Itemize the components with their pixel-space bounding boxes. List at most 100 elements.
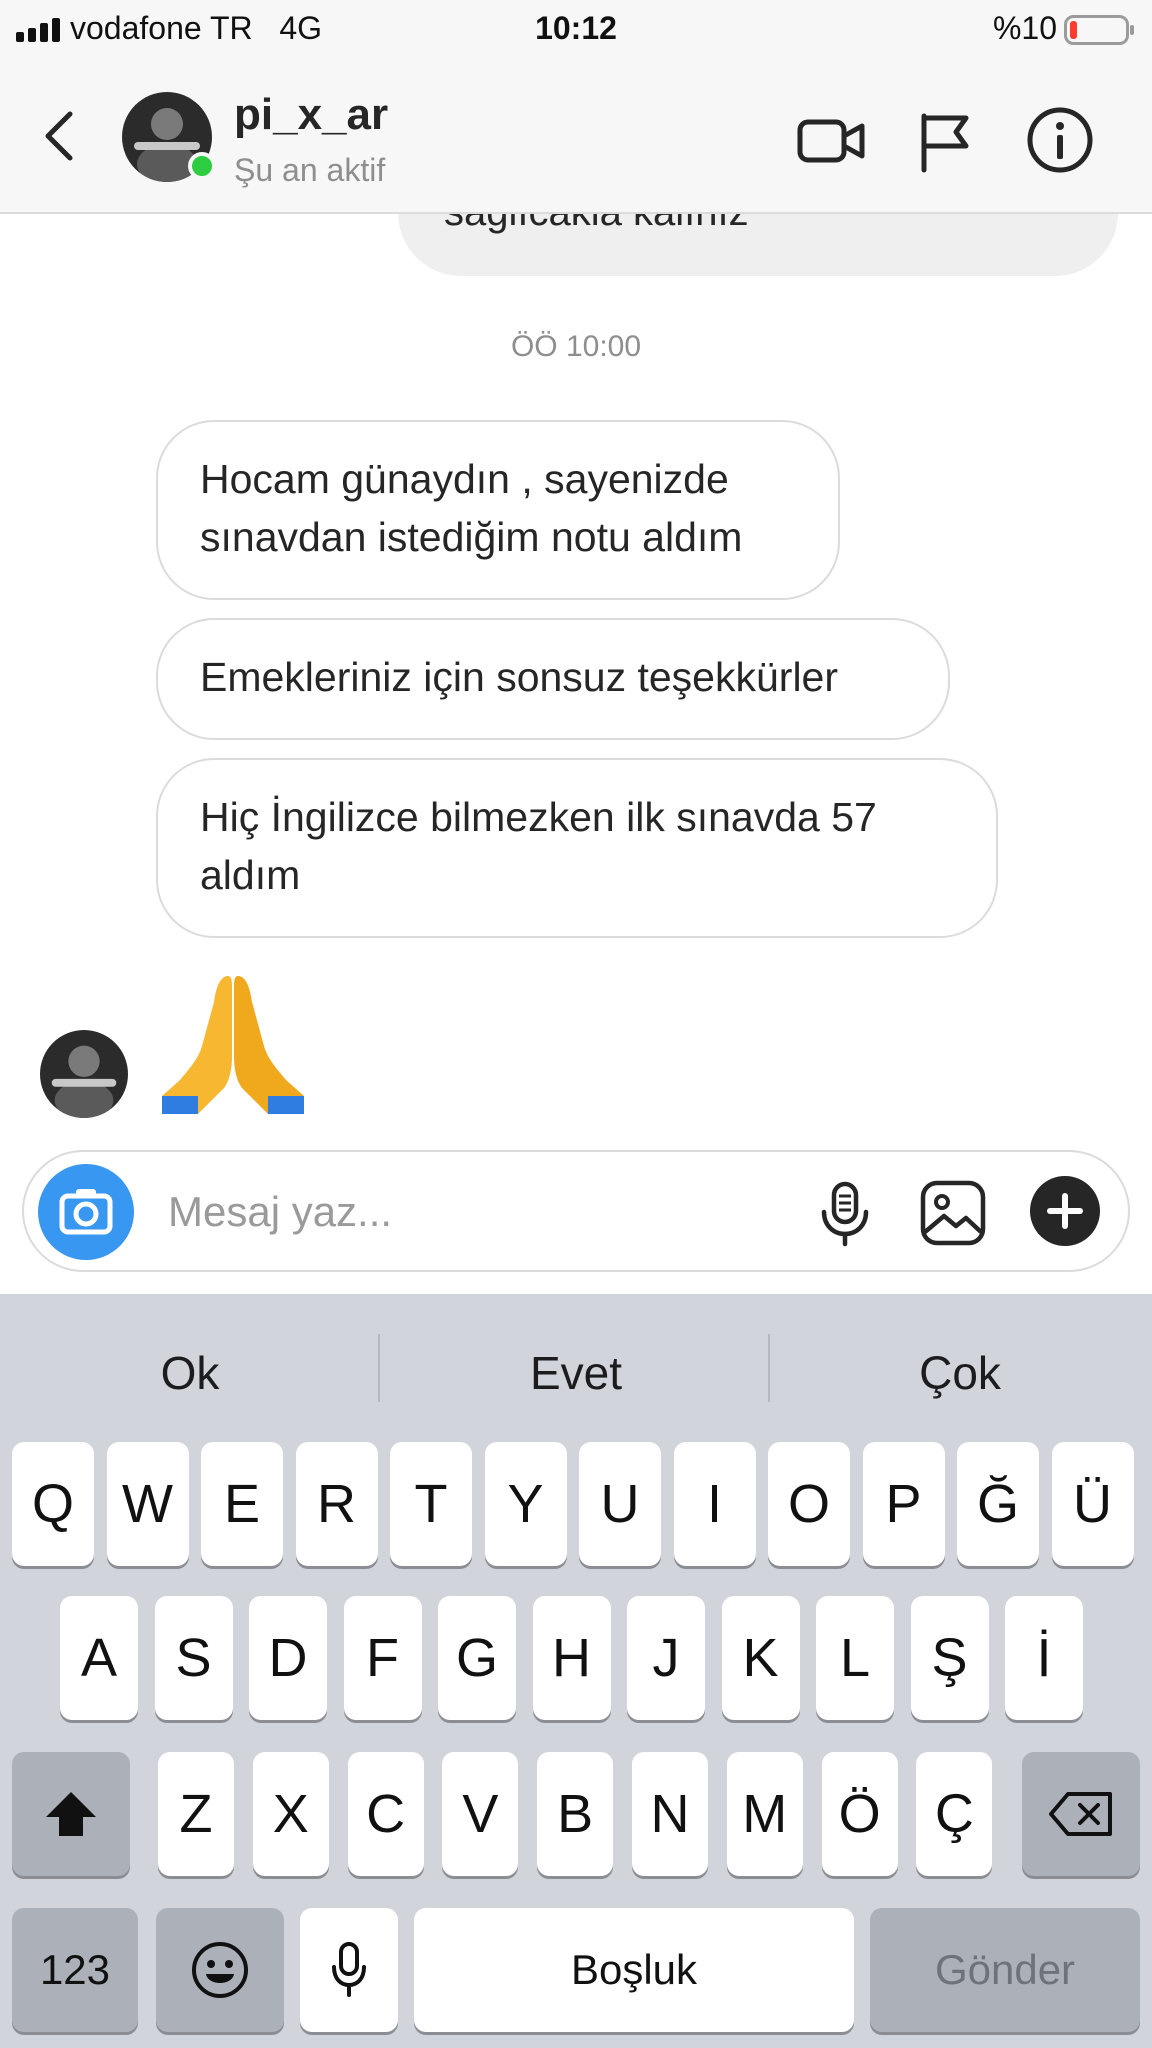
video-call-icon[interactable] [796, 104, 868, 176]
key-8[interactable]: K [721, 1596, 800, 1720]
key-label: U [600, 1474, 640, 1534]
key-label: R [317, 1474, 356, 1534]
key-label: Ş [931, 1628, 968, 1688]
key-label: L [839, 1628, 871, 1688]
message-timestamp: ÖÖ 10:00 [510, 330, 642, 363]
back-arrow-icon[interactable] [40, 106, 80, 166]
key-6[interactable]: H [532, 1596, 611, 1720]
numbers-key[interactable]: 123 [12, 1908, 138, 2032]
key-4[interactable]: F [343, 1596, 422, 1720]
message-input[interactable] [168, 1180, 808, 1244]
emoji-key[interactable] [156, 1908, 284, 2032]
message-bubble[interactable]: Hocam günaydın , sayenizde sınavdan iste… [156, 420, 840, 600]
key-label: I [706, 1474, 722, 1534]
microphone-icon[interactable] [810, 1178, 880, 1248]
message-line: Hiç İngilizce bilmezken ilk sınavda 57 [200, 794, 877, 840]
backspace-key[interactable] [1022, 1752, 1140, 1876]
key-4[interactable]: R [295, 1442, 378, 1566]
key-2[interactable]: W [106, 1442, 189, 1566]
sender-avatar[interactable] [40, 1030, 128, 1118]
camera-button[interactable] [38, 1164, 134, 1260]
send-key[interactable]: Gönder [870, 1908, 1140, 2032]
key-label: C [366, 1784, 406, 1844]
suggestion-1[interactable]: Ok [40, 1346, 340, 1400]
key-11[interactable]: Ğ [957, 1442, 1039, 1566]
key-9[interactable]: L [816, 1596, 894, 1720]
message-line: aldım [200, 852, 301, 898]
emoji-face-icon [192, 1942, 248, 1998]
key-11[interactable]: İ [1005, 1596, 1083, 1720]
key-3[interactable]: C [347, 1752, 424, 1876]
key-label: İ [1036, 1628, 1052, 1688]
key-9[interactable]: Ç [916, 1752, 993, 1876]
key-8[interactable]: I [673, 1442, 756, 1566]
key-label: E [223, 1474, 261, 1534]
key-3[interactable]: D [249, 1596, 327, 1720]
key-label: S [175, 1628, 212, 1688]
key-label: Ü [1073, 1474, 1112, 1534]
key-1[interactable]: Z [158, 1752, 234, 1876]
key-5[interactable]: T [390, 1442, 472, 1566]
key-6[interactable]: Y [484, 1442, 567, 1566]
chat-header: pi_x_ar Şu an aktif [0, 64, 1152, 214]
key-8[interactable]: Ö [821, 1752, 898, 1876]
key-2[interactable]: X [252, 1752, 329, 1876]
contact-username[interactable]: pi_x_ar [234, 90, 388, 140]
camera-icon [59, 1189, 113, 1235]
status-bar: vodafone TR 4G 10:12 %10 [0, 0, 1152, 64]
key-10[interactable]: P [862, 1442, 945, 1566]
message-bubble[interactable]: Emekleriniz için sonsuz teşekkürler [156, 618, 950, 740]
key-7[interactable]: U [579, 1442, 661, 1566]
battery-icon [1064, 15, 1134, 45]
key-label: V [462, 1784, 499, 1844]
key-10[interactable]: Ş [910, 1596, 989, 1720]
key-1[interactable]: Q [12, 1442, 94, 1566]
shift-key[interactable] [12, 1752, 130, 1876]
key-label: Y [507, 1474, 544, 1534]
key-7[interactable]: J [627, 1596, 705, 1720]
key-5[interactable]: B [537, 1752, 614, 1876]
message-line: Hocam günaydın , sayenizde [200, 456, 729, 502]
dictation-key[interactable] [300, 1908, 398, 2032]
online-status-dot [188, 152, 216, 180]
key-label: K [742, 1628, 779, 1688]
key-9[interactable]: O [768, 1442, 850, 1566]
key-label: O [787, 1474, 830, 1534]
key-5[interactable]: G [438, 1596, 516, 1720]
key-7[interactable]: M [726, 1752, 803, 1876]
report-flag-icon[interactable] [910, 104, 982, 176]
suggestion-divider [378, 1334, 380, 1402]
suggestion-3[interactable]: Çok [810, 1346, 1110, 1400]
key-label: X [272, 1784, 309, 1844]
space-key[interactable]: Boşluk [414, 1908, 854, 2032]
key-label: A [80, 1628, 118, 1688]
key-label: W [122, 1474, 173, 1534]
key-label: T [414, 1474, 448, 1534]
more-options-button[interactable] [1030, 1176, 1100, 1246]
key-label: J [652, 1628, 680, 1688]
active-status: Şu an aktif [234, 152, 386, 188]
battery-percentage: %10 [992, 10, 1057, 46]
suggestion-divider [768, 1334, 770, 1402]
key-label: Ğ [976, 1474, 1019, 1534]
key-3[interactable]: E [201, 1442, 283, 1566]
key-label: N [650, 1784, 690, 1844]
microphone-icon [332, 1942, 366, 1997]
key-label: Ç [934, 1784, 974, 1844]
folded-hands-emoji-icon[interactable] [158, 968, 308, 1118]
key-label: G [455, 1628, 498, 1688]
key-4[interactable]: V [442, 1752, 519, 1876]
key-label: B [557, 1784, 594, 1844]
message-composer [22, 1150, 1130, 1272]
profile-avatar[interactable] [122, 92, 216, 182]
gallery-image-icon[interactable] [918, 1178, 988, 1248]
key-1[interactable]: A [60, 1596, 138, 1720]
info-icon[interactable] [1024, 104, 1096, 176]
message-bubble[interactable]: Hiç İngilizce bilmezken ilk sınavda 57 a… [156, 758, 998, 938]
key-2[interactable]: S [154, 1596, 233, 1720]
message-line: Emekleriniz için sonsuz teşekkürler [200, 654, 839, 700]
key-12[interactable]: Ü [1051, 1442, 1134, 1566]
key-6[interactable]: N [632, 1752, 708, 1876]
suggestion-2[interactable]: Evet [420, 1346, 732, 1400]
key-label: H [552, 1628, 591, 1688]
